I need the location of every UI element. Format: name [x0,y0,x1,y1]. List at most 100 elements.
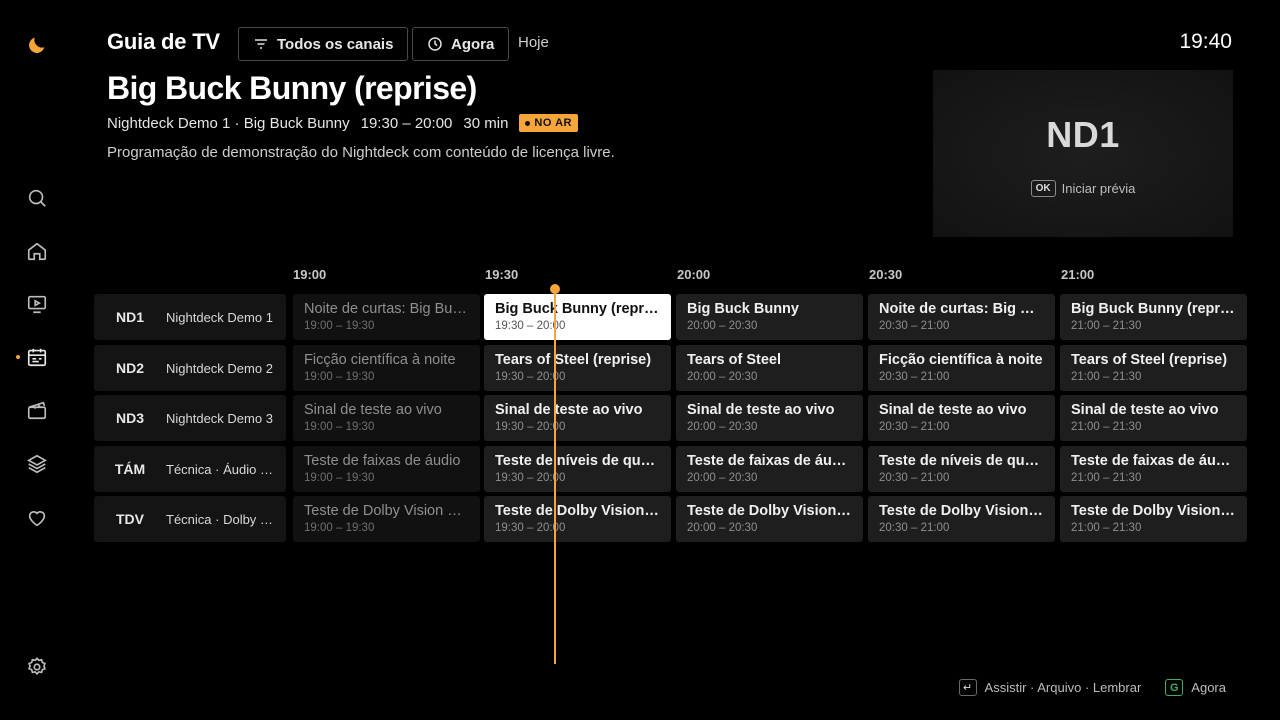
program-cell-time: 20:30 – 21:00 [879,522,950,534]
program-cell-time: 19:30 – 20:00 [495,472,566,484]
active-indicator [16,355,20,359]
live-dot-icon [525,120,531,126]
program-cell-time: 21:00 – 21:30 [1071,472,1142,484]
program-cell-time: 20:00 – 20:30 [687,472,758,484]
program-cell[interactable]: Teste de faixas de áudio 19:00 – 19:30 [293,446,480,492]
channel-number: ND1 [115,309,144,325]
program-cell[interactable]: Big Buck Bunny 20:00 – 20:30 [676,294,863,340]
program-cell-title: Noite de curtas: Big Buck Bunny [879,301,1044,317]
guide-icon[interactable] [25,345,49,369]
preview-channel-logo: ND1 [1046,114,1120,155]
program-cell[interactable]: Tears of Steel (reprise) 21:00 – 21:30 [1060,345,1247,391]
channel-filter-button[interactable]: Todos os canais [238,27,409,61]
now-indicator-dot [550,284,560,294]
time-slot-label: 20:00 [677,267,711,282]
program-cell-title: Teste de Dolby Vision e HDR [687,503,852,519]
preview-hint-label: Iniciar prévia [1061,181,1136,196]
program-cell[interactable]: Noite de curtas: Big Buck Bunny 20:30 – 2… [868,294,1055,340]
preview-hint: OK Iniciar prévia [1030,180,1136,197]
program-cell[interactable]: Teste de faixas de áudio 21:00 – 21:30 [1060,446,1247,492]
program-cell-title: Big Buck Bunny (reprise) [1071,301,1236,317]
movies-icon[interactable] [25,398,49,422]
tv-icon[interactable] [25,292,49,316]
program-cell[interactable]: Noite de curtas: Big Buck Bunny 19:00 – 1… [293,294,480,340]
program-cell-time: 19:30 – 20:00 [495,371,566,383]
program-cell-time: 19:00 – 19:30 [304,320,375,332]
program-cell-time: 19:00 – 19:30 [304,371,375,383]
program-cell-time: 21:00 – 21:30 [1071,421,1142,433]
program-cell[interactable]: Tears of Steel (reprise) 19:30 – 20:00 [484,345,671,391]
program-duration: 30 min [463,114,509,132]
program-cell[interactable]: Ficção científica à noite 20:30 – 21:00 [868,345,1055,391]
channel-name: Técnica · Dolby Vision [166,511,276,527]
program-cell-time: 19:30 – 20:00 [495,421,566,433]
program-cell-title: Ficção científica à noite [879,352,1043,368]
program-cell-title: Tears of Steel [687,352,782,368]
program-cell[interactable]: Teste de Dolby Vision e HDR 19:00 – 19:30 [293,496,480,542]
program-cell[interactable]: Sinal de teste ao vivo 21:00 – 21:30 [1060,395,1247,441]
channel-cell[interactable]: TDV Técnica · Dolby Vision [94,496,286,542]
program-cell-time: 20:30 – 21:00 [879,421,950,433]
program-cell-time: 20:00 – 20:30 [687,320,758,332]
footer-now-label: Agora [1191,680,1226,695]
channel-cell[interactable]: ND1 Nightdeck Demo 1 [94,294,286,340]
program-cell-title: Teste de faixas de áudio [1071,453,1236,469]
program-cell[interactable]: Teste de níveis de qualidade 19:30 – 20:0… [484,446,671,492]
channel-filter-label: Todos os canais [277,35,394,53]
program-cell[interactable]: Ficção científica à noite 19:00 – 19:30 [293,345,480,391]
time-slot-label: 19:30 [485,267,519,282]
channel-number: TÁM [114,461,146,477]
channel-cell[interactable]: TÁM Técnica · Áudio Multicanal [94,446,286,492]
program-cell-time: 19:30 – 20:00 [495,320,566,332]
program-cell[interactable]: Tears of Steel 20:00 – 20:30 [676,345,863,391]
channel-cell[interactable]: ND2 Nightdeck Demo 2 [94,345,286,391]
program-cell[interactable]: Sinal de teste ao vivo 19:00 – 19:30 [293,395,480,441]
logo-moon-icon [25,33,49,57]
program-cell[interactable]: Teste de Dolby Vision e HDR 19:30 – 20:00 [484,496,671,542]
program-cell-time: 21:00 – 21:30 [1071,371,1142,383]
program-cell-time: 19:00 – 19:30 [304,421,375,433]
program-cell-title: Teste de níveis de qualidade [879,453,1044,469]
program-cell[interactable]: Teste de níveis de qualidade 20:30 – 21:0… [868,446,1055,492]
live-badge-label: NO AR [534,117,572,129]
program-cell[interactable]: Sinal de teste ao vivo 20:30 – 21:00 [868,395,1055,441]
footer-actions-label: Assistir · Arquivo · Lembrar [984,680,1142,695]
preview-panel[interactable]: ND1 OK Iniciar prévia [933,70,1233,237]
settings-icon[interactable] [25,655,49,679]
now-button[interactable]: Agora [412,27,510,61]
channel-name: Nightdeck Demo 3 [166,410,273,426]
program-cell[interactable]: Sinal de teste ao vivo 20:00 – 20:30 [676,395,863,441]
program-cell[interactable]: Teste de Dolby Vision e HDR 21:00 – 21:30 [1060,496,1247,542]
clock: 19:40 [1179,30,1232,53]
channel-name: Nightdeck Demo 1 [166,309,273,325]
program-meta: Nightdeck Demo 1 · Big Buck Bunny 19:30 … [107,114,578,132]
now-label: Agora [451,35,495,53]
program-cell-title: Tears of Steel (reprise) [1071,352,1228,368]
program-cell-title: Teste de Dolby Vision e HDR [879,503,1044,519]
channel-name: Nightdeck Demo 2 [166,360,273,376]
channel-number: ND3 [115,410,144,426]
program-cell-time: 20:00 – 20:30 [687,522,758,534]
enter-key-icon: ↵ [958,679,977,696]
app-title: Guia de TV [107,29,220,54]
channel-name: Técnica · Áudio Multicanal [166,461,276,477]
program-cell[interactable]: Teste de Dolby Vision e HDR 20:00 – 20:30 [676,496,863,542]
search-icon[interactable] [25,186,49,210]
program-cell[interactable]: Teste de Dolby Vision e HDR 20:30 – 21:00 [868,496,1055,542]
program-cell[interactable]: Sinal de teste ao vivo 19:30 – 20:00 [484,395,671,441]
program-cell-time: 20:30 – 21:00 [879,371,950,383]
library-icon[interactable] [25,452,49,476]
program-cell-title: Teste de Dolby Vision e HDR [1071,503,1236,519]
program-cell-time: 21:00 – 21:30 [1071,320,1142,332]
channel-cell[interactable]: ND3 Nightdeck Demo 3 [94,395,286,441]
today-button[interactable]: Hoje [518,34,549,51]
program-cell[interactable]: Teste de faixas de áudio 20:00 – 20:30 [676,446,863,492]
home-icon[interactable] [25,239,49,263]
program-cell[interactable]: Big Buck Bunny (reprise) 19:30 – 20:00 [484,294,671,340]
program-cell[interactable]: Big Buck Bunny (reprise) 21:00 – 21:30 [1060,294,1247,340]
program-cell-title: Noite de curtas: Big Buck Bunny [304,301,469,317]
favorites-icon[interactable] [25,506,49,530]
program-cell-title: Sinal de teste ao vivo [1071,402,1219,418]
program-cell-time: 19:30 – 20:00 [495,522,566,534]
live-badge: NO AR [519,114,578,132]
